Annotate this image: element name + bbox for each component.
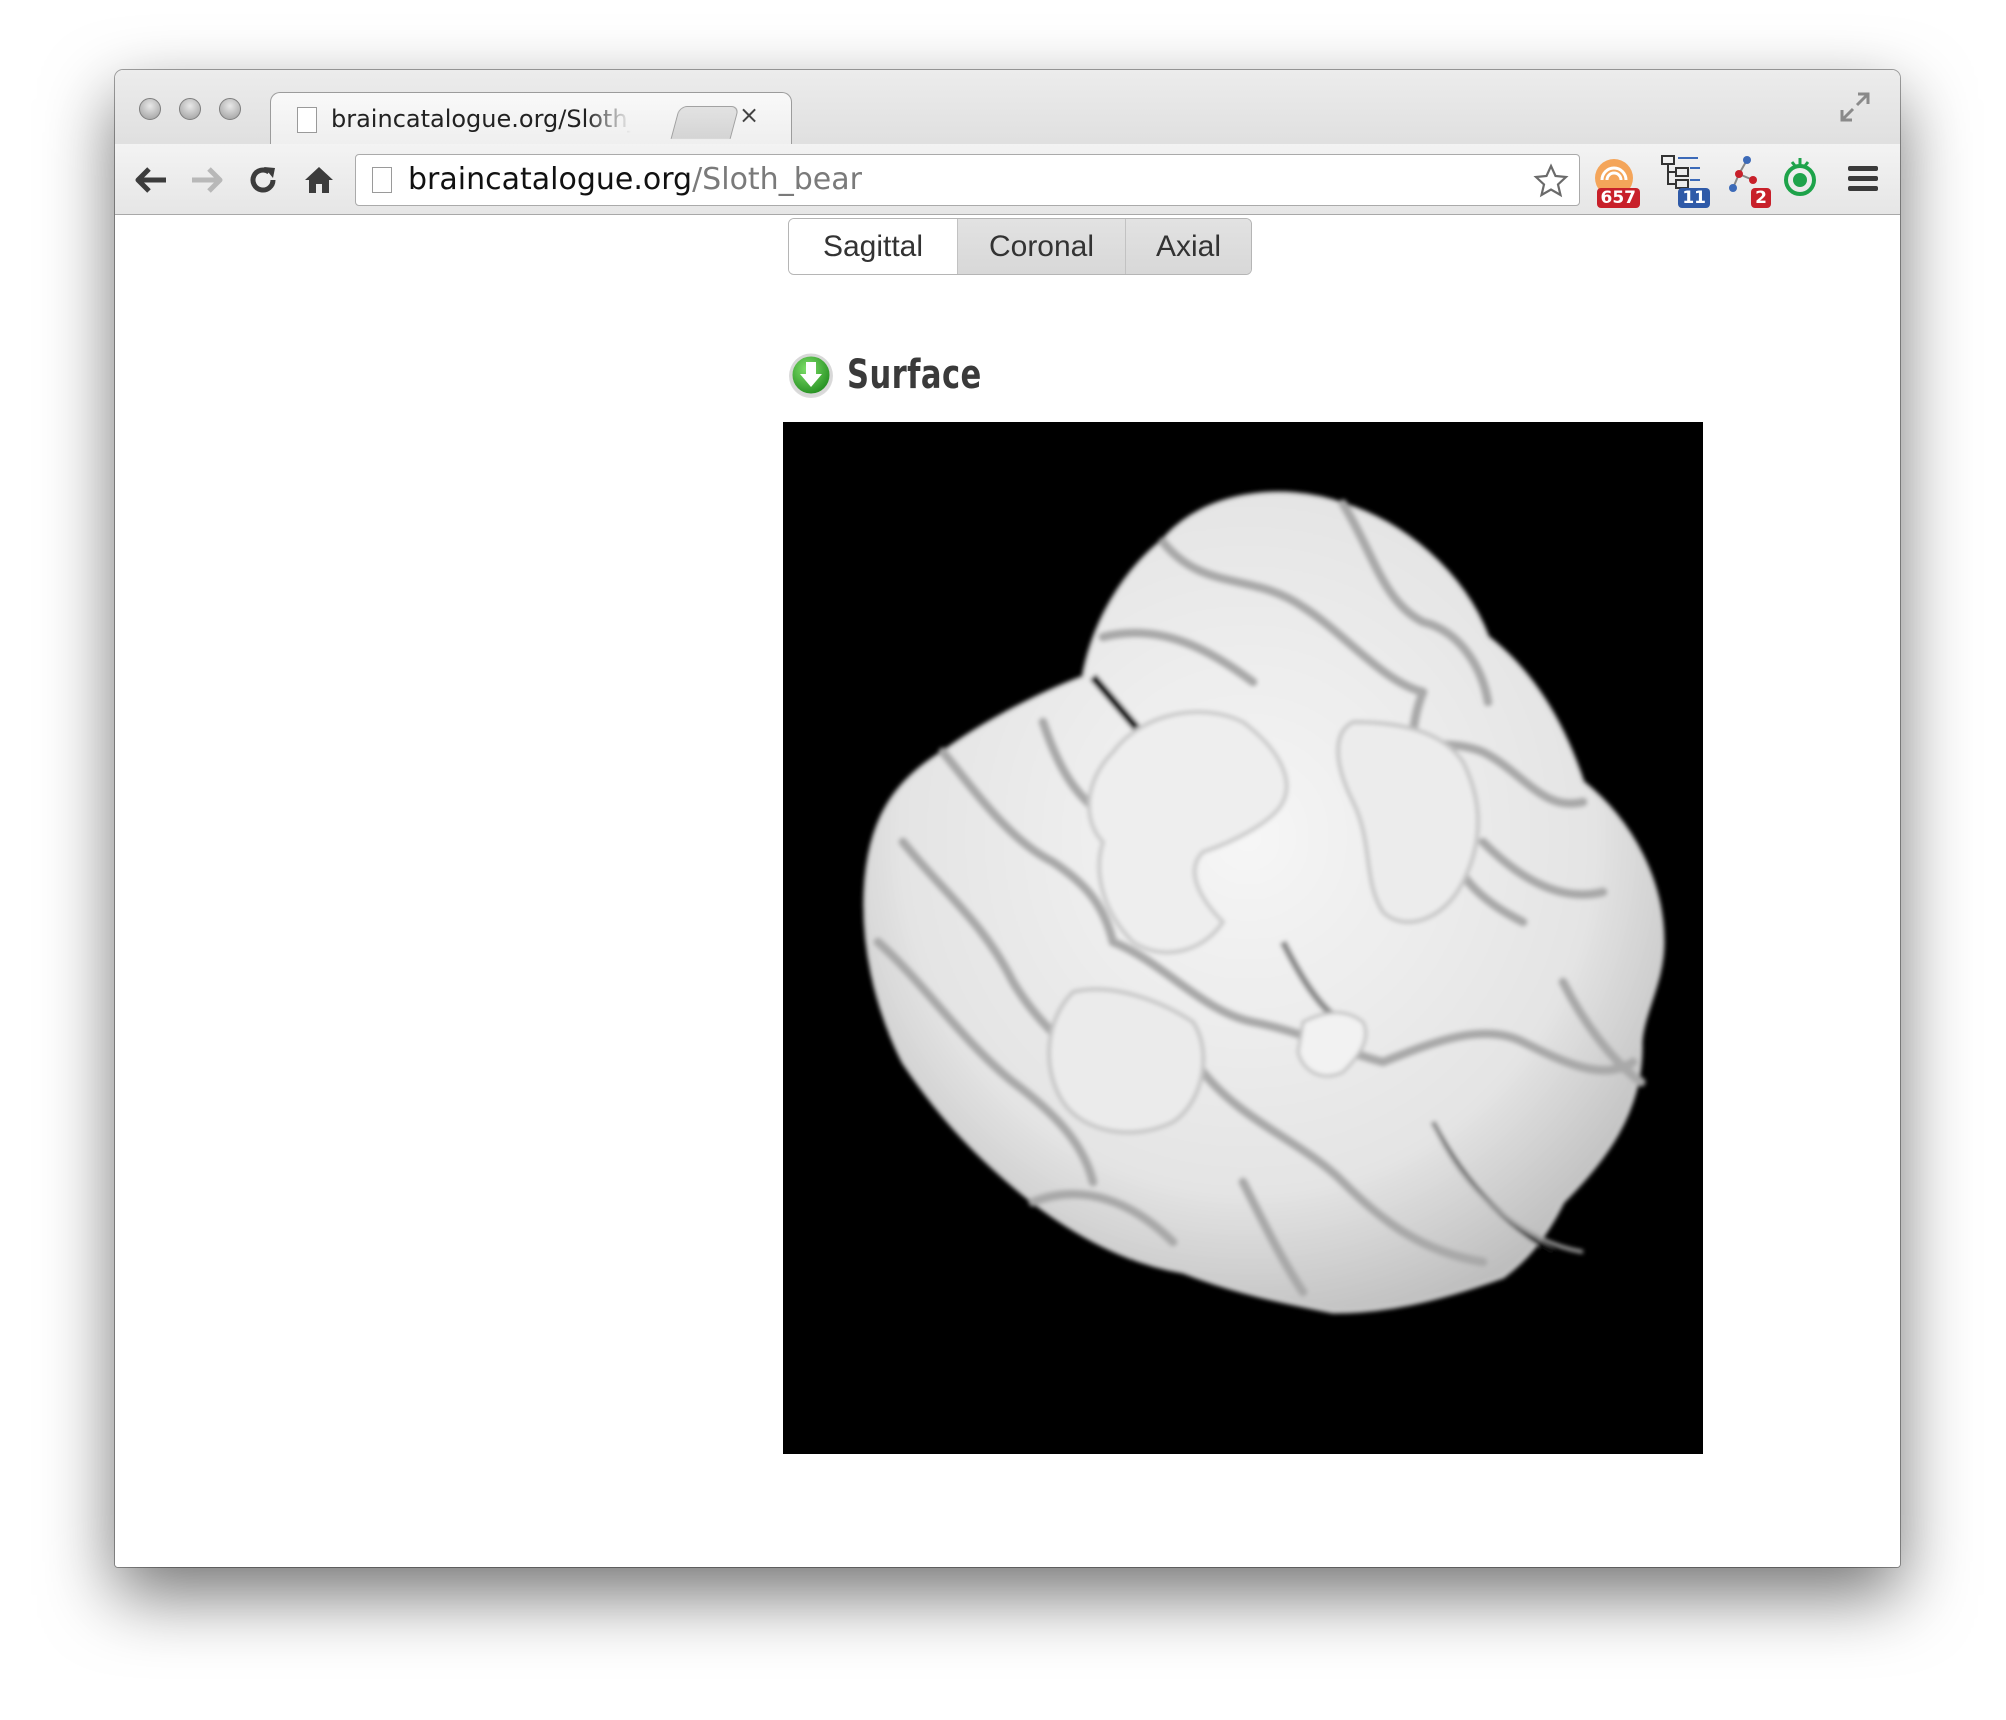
page-content: Sagittal Coronal Axial Surface	[115, 215, 1900, 1567]
download-icon[interactable]	[787, 351, 835, 399]
page-icon	[297, 107, 317, 133]
molecule-badge: 2	[1751, 188, 1771, 208]
browser-chrome: braincatalogue.org/Sloth_bear × braincat…	[115, 70, 1900, 215]
tab-sagittal[interactable]: Sagittal	[789, 219, 957, 274]
back-arrow-icon	[135, 167, 166, 193]
section-title: Surface	[847, 352, 982, 398]
surface-heading: Surface	[787, 348, 1005, 402]
tab-title: braincatalogue.org/Sloth_bear	[331, 105, 631, 133]
url-path: /Sloth_bear	[692, 162, 862, 197]
back-button[interactable]	[129, 158, 173, 202]
zoom-window-button[interactable]	[219, 98, 241, 120]
tab-strip: braincatalogue.org/Sloth_bear ×	[115, 70, 1900, 147]
menu-bar	[1848, 176, 1878, 181]
tab-axial[interactable]: Axial	[1125, 219, 1251, 274]
3d-brain-viewer[interactable]	[783, 422, 1703, 1454]
page-icon	[372, 167, 392, 193]
menu-bar	[1848, 166, 1878, 171]
menu-icon[interactable]	[1848, 166, 1878, 192]
molecule-extension[interactable]: 2	[1727, 154, 1771, 208]
url-text: braincatalogue.org/Sloth_bear	[408, 162, 862, 197]
reload-icon	[250, 167, 276, 193]
url-host: braincatalogue.org	[408, 162, 693, 197]
address-bar[interactable]: braincatalogue.org/Sloth_bear	[355, 154, 1580, 206]
home-icon	[305, 167, 333, 193]
view-selector: Sagittal Coronal Axial	[788, 218, 1252, 275]
tree-structure-badge: 11	[1678, 188, 1710, 208]
green-robot-extension[interactable]	[1782, 154, 1822, 208]
tab-close-icon[interactable]: ×	[739, 101, 759, 129]
browser-window: braincatalogue.org/Sloth_bear × braincat…	[115, 70, 1900, 1567]
browser-toolbar: braincatalogue.org/Sloth_bear 657 11 2	[115, 144, 1900, 214]
tree-structure-extension[interactable]: 11	[1658, 154, 1710, 208]
forward-arrow-icon	[192, 167, 223, 193]
green-robot-icon	[1784, 158, 1816, 196]
fullscreen-icon[interactable]	[1838, 90, 1872, 124]
brain-surface-render	[863, 491, 1665, 1314]
forward-button[interactable]	[185, 158, 229, 202]
minimize-window-button[interactable]	[179, 98, 201, 120]
close-window-button[interactable]	[139, 98, 161, 120]
rss-feed-extension[interactable]: 657	[1592, 154, 1640, 208]
new-tab-button[interactable]	[670, 106, 740, 139]
bookmark-star-icon[interactable]	[1533, 163, 1569, 199]
home-button[interactable]	[297, 158, 341, 202]
tab-coronal[interactable]: Coronal	[957, 219, 1125, 274]
reload-button[interactable]	[241, 158, 285, 202]
menu-bar	[1848, 186, 1878, 191]
rss-feed-badge: 657	[1596, 188, 1640, 208]
